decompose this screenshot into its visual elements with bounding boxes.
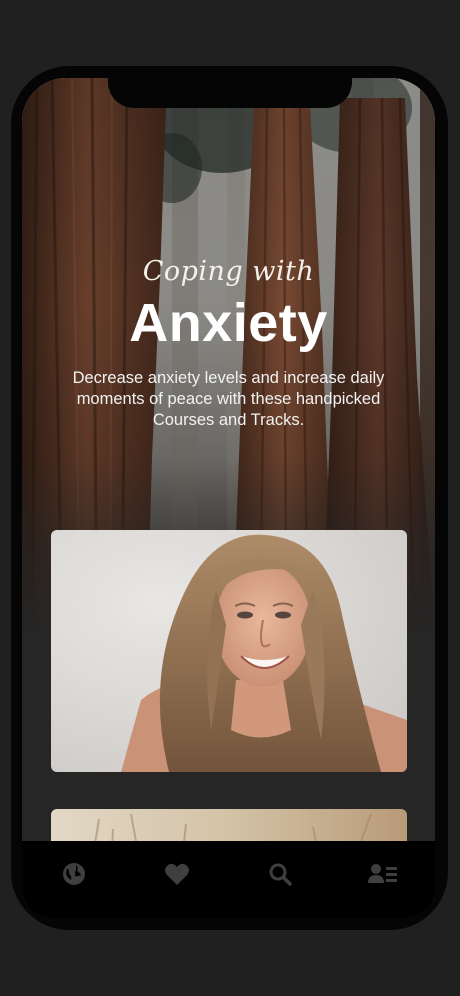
hero-eyebrow: Coping with xyxy=(142,256,315,287)
profile-list-icon xyxy=(368,864,398,883)
heart-icon xyxy=(164,863,189,885)
tab-profile[interactable] xyxy=(363,859,403,889)
device-notch xyxy=(108,70,352,108)
tab-search[interactable] xyxy=(260,859,300,889)
portrait-photo xyxy=(51,530,407,772)
search-icon xyxy=(269,863,292,886)
hero-description: Decrease anxiety levels and increase dai… xyxy=(72,369,385,429)
tab-favorites[interactable] xyxy=(157,859,197,889)
tab-bar xyxy=(22,841,435,918)
app-screen: Coping with Anxiety Decrease anxiety lev… xyxy=(22,78,435,918)
globe-icon xyxy=(62,863,85,885)
tab-explore[interactable] xyxy=(54,859,94,889)
course-card-portrait[interactable] xyxy=(51,530,407,772)
page-title: Anxiety xyxy=(129,293,328,353)
